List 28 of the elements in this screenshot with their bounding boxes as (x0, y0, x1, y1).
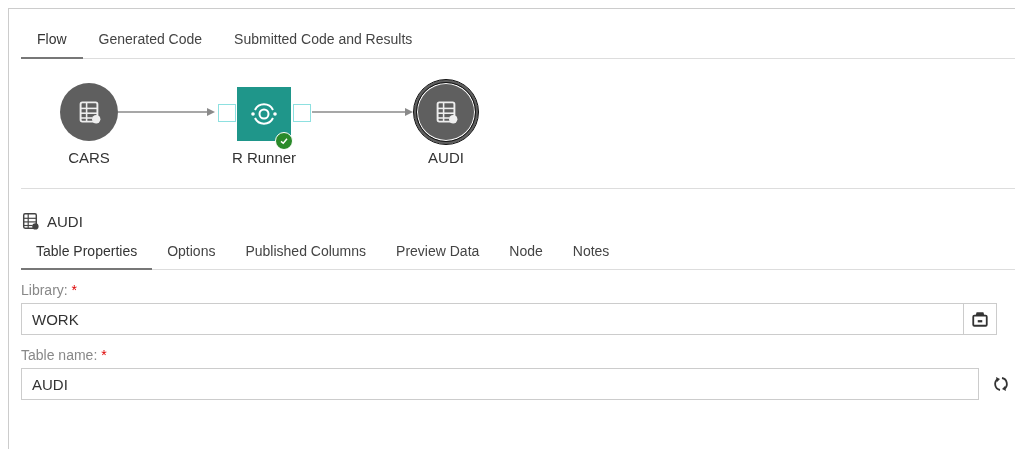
tab[interactable]: Generated Code (82, 28, 219, 59)
tab[interactable]: Node (494, 243, 558, 270)
table-icon (434, 100, 458, 124)
required-mark: * (101, 347, 107, 363)
refresh-icon (993, 376, 1009, 392)
tab[interactable]: Options (152, 243, 231, 270)
runner-node[interactable] (237, 87, 291, 141)
tab[interactable]: Table Properties (21, 243, 153, 270)
table-node[interactable] (60, 83, 118, 141)
tab[interactable]: Notes (557, 243, 625, 270)
input-port[interactable] (218, 104, 236, 122)
table-icon (77, 100, 101, 124)
field-label: Table name: (21, 347, 98, 363)
node-label: CARS (67, 149, 111, 166)
table-icon (21, 212, 39, 230)
node-label: AUDI (427, 149, 465, 166)
required-mark: * (71, 282, 78, 298)
input-field[interactable]: WORK (21, 303, 963, 335)
library-icon (971, 310, 989, 328)
field-label: Library: (21, 282, 68, 298)
tab[interactable]: Preview Data (381, 243, 495, 270)
tab[interactable]: Submitted Code and Results (218, 28, 429, 59)
tab[interactable]: Published Columns (230, 243, 382, 270)
input-field[interactable]: AUDI (21, 368, 979, 400)
tab[interactable]: Flow (21, 28, 83, 59)
node-title: AUDI (47, 212, 83, 230)
node-label: R Runner (230, 149, 298, 166)
browse-button[interactable] (963, 303, 997, 335)
